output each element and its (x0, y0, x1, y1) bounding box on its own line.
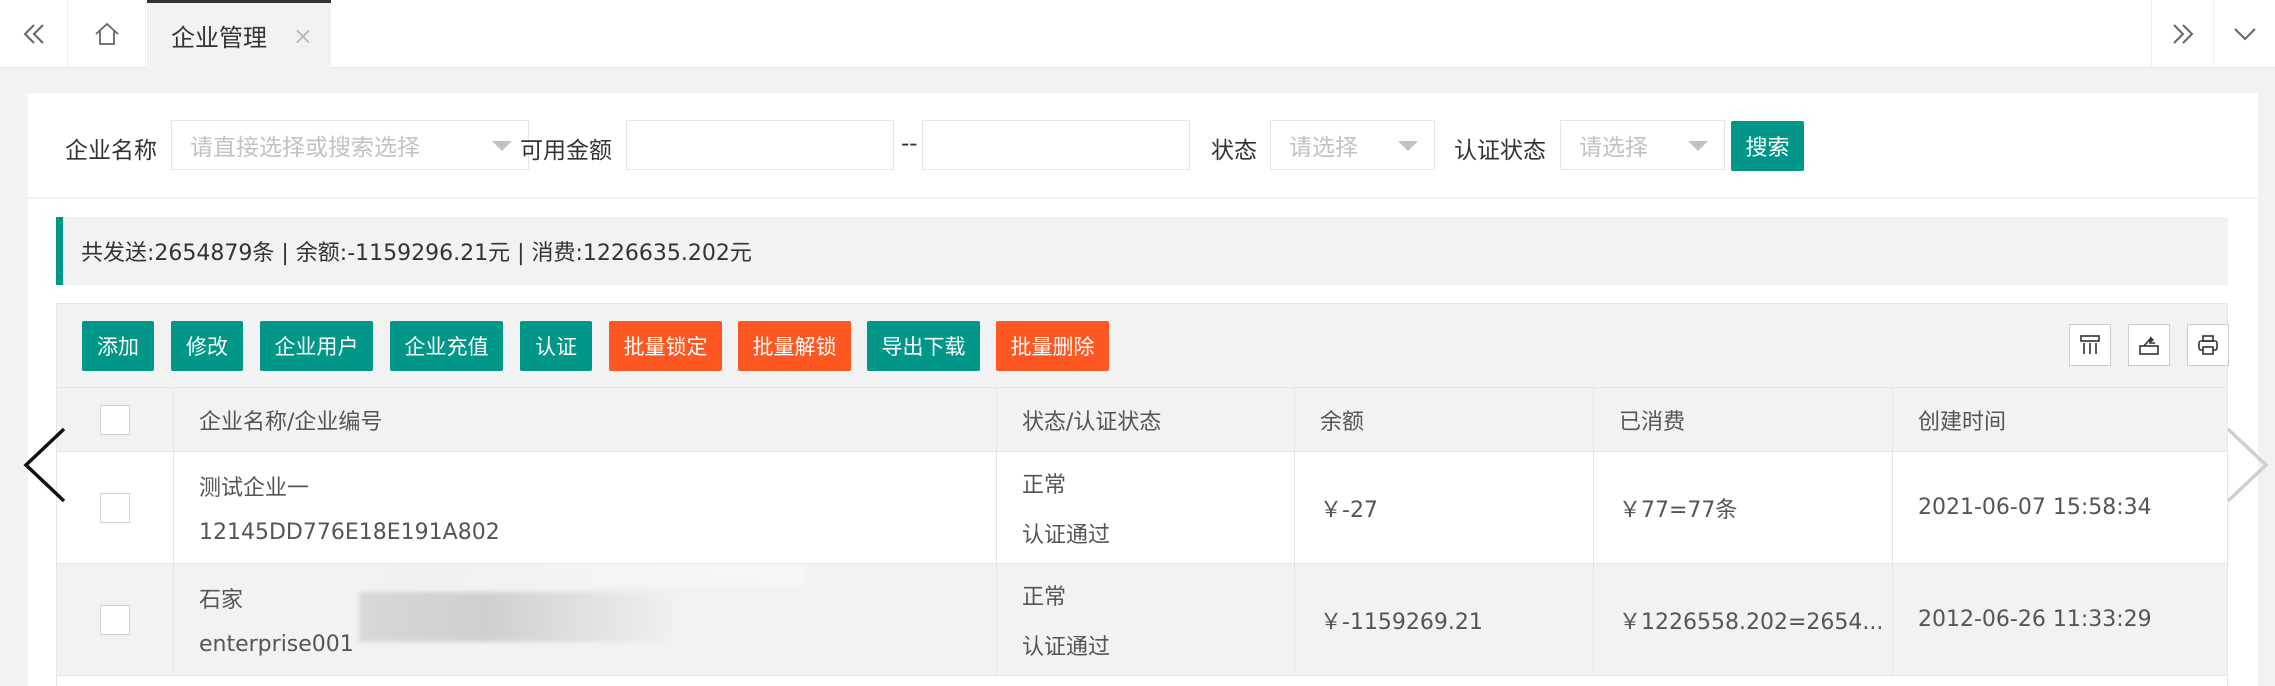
chevron-right-icon (2226, 427, 2269, 503)
close-icon[interactable]: × (293, 22, 313, 50)
available-amount-label: 可用金额 (520, 138, 612, 164)
home-icon (94, 22, 119, 45)
row-checkbox[interactable] (100, 604, 130, 635)
cert-status-select[interactable]: 请选择 (1560, 120, 1725, 170)
export-icon (2139, 336, 2159, 355)
amount-from-input[interactable] (626, 120, 894, 170)
enterprise-name-select[interactable]: 请直接选择或搜索选择 (171, 120, 529, 170)
header-status[interactable]: 状态/认证状态 (997, 388, 1295, 451)
table-header: 企业名称/企业编号 状态/认证状态 余额 已消费 创建时间 (57, 388, 2227, 452)
search-form: 企业名称 请直接选择或搜索选择 可用金额 -- 状态 请选择 认证状态 请选择 … (28, 93, 2258, 197)
double-chevron-right-icon (2172, 24, 2193, 44)
consumed-cell: ￥77=77条 (1594, 452, 1893, 563)
enterprise-list-panel: 共发送:2654879条 | 余额:-1159296.21元 | 消费:1226… (28, 199, 2258, 686)
tab-label: 企业管理 (171, 24, 267, 52)
header-balance[interactable]: 余额 (1295, 388, 1594, 451)
caret-down-icon (1398, 141, 1418, 151)
edit-button[interactable]: 修改 (171, 321, 243, 371)
batch-unlock-button[interactable]: 批量解锁 (738, 321, 851, 371)
enterprise-recharge-button[interactable]: 企业充值 (390, 321, 503, 371)
print-icon (2198, 335, 2218, 355)
header-name-code[interactable]: 企业名称/企业编号 (174, 388, 997, 451)
row-select-cell (57, 452, 174, 563)
home-tab[interactable] (68, 0, 146, 68)
cert-status-placeholder: 请选择 (1579, 135, 1648, 161)
status-select[interactable]: 请选择 (1270, 120, 1435, 170)
balance-cell: ￥-27 (1295, 452, 1594, 563)
columns-icon (2080, 335, 2100, 354)
created-cell: 2012-06-26 11:33:29 (1918, 607, 2152, 632)
table-row[interactable]: 石家 enterprise001 正常 认证通过 ￥-1159269.21 ￥1… (57, 564, 2227, 676)
certify-button[interactable]: 认证 (520, 321, 592, 371)
select-all-checkbox[interactable] (100, 404, 130, 435)
scroll-tabs-right-button[interactable] (2151, 0, 2213, 68)
row-checkbox[interactable] (100, 492, 130, 523)
cert-status-text: 认证通过 (1022, 522, 1111, 548)
cert-status-text: 认证通过 (1022, 634, 1111, 660)
table-row[interactable]: 测试企业一 12145DD776E18E191A802 正常 认证通过 ￥-27… (57, 452, 2227, 564)
prev-arrow-button[interactable] (20, 425, 70, 509)
header-created[interactable]: 创建时间 (1893, 388, 2229, 451)
column-filter-button[interactable] (2069, 324, 2111, 366)
balance-cell: ￥-1159269.21 (1295, 564, 1594, 675)
print-button[interactable] (2187, 324, 2229, 366)
amount-to-input[interactable] (922, 120, 1190, 170)
status-cell: 正常 认证通过 (997, 564, 1295, 675)
double-chevron-left-icon (23, 24, 44, 44)
batch-lock-button[interactable]: 批量锁定 (609, 321, 722, 371)
add-button[interactable]: 添加 (82, 321, 154, 371)
enterprise-name: 测试企业一 (199, 476, 310, 501)
chevron-left-icon (23, 427, 66, 503)
enterprise-name-placeholder: 请直接选择或搜索选择 (190, 135, 420, 161)
name-code-cell: 石家 enterprise001 (174, 564, 997, 675)
status-placeholder: 请选择 (1289, 135, 1358, 161)
summary-bar: 共发送:2654879条 | 余额:-1159296.21元 | 消费:1226… (56, 217, 2228, 285)
range-separator: -- (901, 131, 918, 157)
tab-enterprise-management[interactable]: 企业管理 × (147, 0, 331, 68)
redaction-blur (384, 564, 804, 586)
enterprise-code: enterprise001 (199, 632, 354, 657)
caret-down-icon (1688, 141, 1708, 151)
consumed-cell: ￥1226558.202=2654... (1594, 564, 1893, 675)
row-select-cell (57, 564, 174, 675)
status-cell: 正常 认证通过 (997, 452, 1295, 563)
enterprise-code: 12145DD776E18E191A802 (199, 520, 500, 545)
enterprise-name: 石家 (199, 588, 244, 613)
tab-bar: 企业管理 × (0, 0, 2275, 68)
redaction-blur (359, 592, 674, 642)
table-toolbar: 添加 修改 企业用户 企业充值 认证 批量锁定 批量解锁 导出下载 批量删除 (57, 304, 2229, 388)
status-text: 正常 (1022, 584, 1067, 610)
enterprise-name-label: 企业名称 (65, 138, 157, 164)
caret-down-icon (492, 141, 512, 151)
enterprise-users-button[interactable]: 企业用户 (260, 321, 373, 371)
export-button[interactable] (2128, 324, 2170, 366)
select-all-cell (57, 388, 174, 451)
status-label: 状态 (1211, 138, 1257, 164)
batch-delete-button[interactable]: 批量删除 (996, 321, 1109, 371)
tab-menu-button[interactable] (2213, 0, 2275, 68)
scroll-tabs-left-button[interactable] (0, 0, 68, 68)
chevron-down-icon (2233, 28, 2256, 41)
status-text: 正常 (1022, 472, 1067, 498)
next-arrow-button[interactable] (2222, 425, 2272, 509)
enterprise-table: 添加 修改 企业用户 企业充值 认证 批量锁定 批量解锁 导出下载 批量删除 企… (56, 303, 2229, 686)
created-cell: 2021-06-07 15:58:34 (1918, 495, 2152, 520)
export-download-button[interactable]: 导出下载 (867, 321, 980, 371)
cert-status-label: 认证状态 (1454, 138, 1546, 164)
search-button[interactable]: 搜索 (1731, 121, 1804, 171)
name-code-cell: 测试企业一 12145DD776E18E191A802 (174, 452, 997, 563)
header-consumed[interactable]: 已消费 (1594, 388, 1893, 451)
